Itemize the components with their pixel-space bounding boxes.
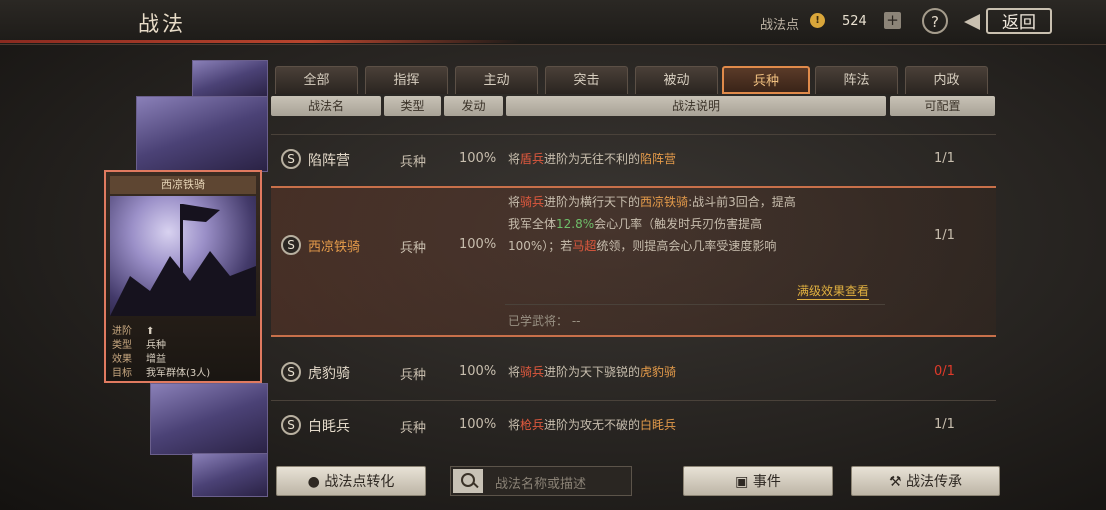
tactic-type: 兵种 [400,155,427,170]
convert-points-button[interactable]: ● 战法点转化 [276,466,426,496]
tactic-description: 将枪兵进阶为攻无不破的白眊兵 [508,418,677,432]
search-placeholder: 战法名称或描述 [495,477,587,492]
desc-segment: 盾兵 [520,152,545,166]
hammer-icon: ⚒ [888,474,906,490]
tactic-points-value: 524 [842,14,867,29]
help-button[interactable]: ? [922,8,948,34]
grade-badge: S [281,415,301,435]
max-level-effect-link[interactable]: 满级效果查看 [797,282,870,300]
coin-icon: ● [307,474,325,490]
tactic-name[interactable]: 白眊兵 [308,416,350,436]
page-title: 战法 [138,12,186,36]
tab-formation[interactable]: 阵法 [815,66,898,94]
tactic-rate: 100% [459,417,497,432]
event-button[interactable]: ▣ 事件 [683,466,833,496]
row-divider [271,400,996,401]
tactic-type: 兵种 [400,368,427,383]
inherit-tactic-button[interactable]: ⚒ 战法传承 [851,466,1000,496]
tactic-capacity: 1/1 [934,151,955,166]
cavalry-silhouette-icon [110,204,256,316]
tab-passive[interactable]: 被动 [635,66,718,94]
desc-segment: 陷阵营 [640,152,677,166]
row-divider [505,304,885,305]
header-name: 战法名 [271,96,381,116]
tab-assault[interactable]: 突击 [545,66,628,94]
back-button[interactable]: 返回 [964,8,1054,36]
grade-badge: S [281,235,301,255]
desc-line: 我军全体12.8%会心几率（触发时兵刃伤害提高 [508,217,763,231]
tab-active[interactable]: 主动 [455,66,538,94]
tactic-description: 将盾兵进阶为无往不利的陷阵营 [508,148,676,170]
tab-all[interactable]: 全部 [275,66,358,94]
search-icon[interactable] [453,469,483,493]
category-tabs: 全部 指挥 主动 突击 被动 兵种 阵法 内政 [275,66,995,94]
card-stat-row: 目标 我军群体(3人) [112,368,211,379]
tactic-rate: 100% [459,151,497,166]
event-icon: ▣ [735,474,753,490]
tactic-points-label: 战法点 [760,18,800,33]
grade-badge: S [281,362,301,382]
back-arrow-icon [964,14,980,30]
card-strip-bottom[interactable] [192,453,268,497]
card-strip-lower[interactable] [150,383,268,455]
tactic-capacity: 0/1 [934,364,955,379]
tactic-rate: 100% [459,364,497,379]
selected-tactic-card[interactable]: 西凉铁骑 进阶 ⬆ 类型 兵种 效果 增益 目标 我军群体(3人) [104,170,262,383]
tactic-name[interactable]: 西凉铁骑 [308,236,360,255]
card-strip-top[interactable] [192,60,268,98]
card-stat-row: 进阶 ⬆ [112,326,155,337]
tactic-type: 兵种 [400,421,427,436]
tactic-capacity: 1/1 [934,417,955,432]
card-artwork [110,196,256,316]
tab-troop[interactable]: 兵种 [722,66,810,94]
desc-segment: 进阶为无往不利的 [544,152,641,166]
tactic-capacity: 1/1 [934,228,955,243]
tactic-description: 将骑兵进阶为天下骁锐的虎豹骑 [508,365,677,379]
card-strip-upper[interactable] [136,96,268,172]
desc-segment: 将 [508,152,521,166]
row-divider [271,134,996,135]
desc-line: 100%）；若马超统领，则提高会心几率受速度影响 [508,239,777,253]
tactic-rate: 100% [459,237,497,252]
add-points-button[interactable]: + [884,12,901,29]
card-name: 西凉铁骑 [110,176,256,194]
learned-generals: 已学武将： -- [508,314,581,328]
desc-line: 将骑兵进阶为横行天下的西凉铁骑:战斗前3回合，提高 [508,195,796,209]
search-field[interactable]: 战法名称或描述 [450,466,632,496]
card-stat-row: 效果 增益 [112,354,166,365]
tactic-points-icon: ! [810,13,825,28]
header-description: 战法说明 [506,96,886,116]
header-capacity: 可配置 [890,96,995,116]
title-accent-line [0,40,520,43]
tactic-type: 兵种 [400,241,427,256]
tab-internal[interactable]: 内政 [905,66,988,94]
tactic-name[interactable]: 虎豹骑 [308,363,350,383]
header-rate: 发动 [444,96,503,116]
tactic-description: 将骑兵进阶为横行天下的西凉铁骑:战斗前3回合，提高 我军全体12.8%会心几率（… [508,191,888,257]
tactic-name[interactable]: 陷阵营 [308,150,350,170]
header-type: 类型 [384,96,441,116]
tab-command[interactable]: 指挥 [365,66,448,94]
grade-badge: S [281,149,301,169]
back-button-label: 返回 [986,8,1052,34]
card-stat-row: 类型 兵种 [112,340,166,351]
